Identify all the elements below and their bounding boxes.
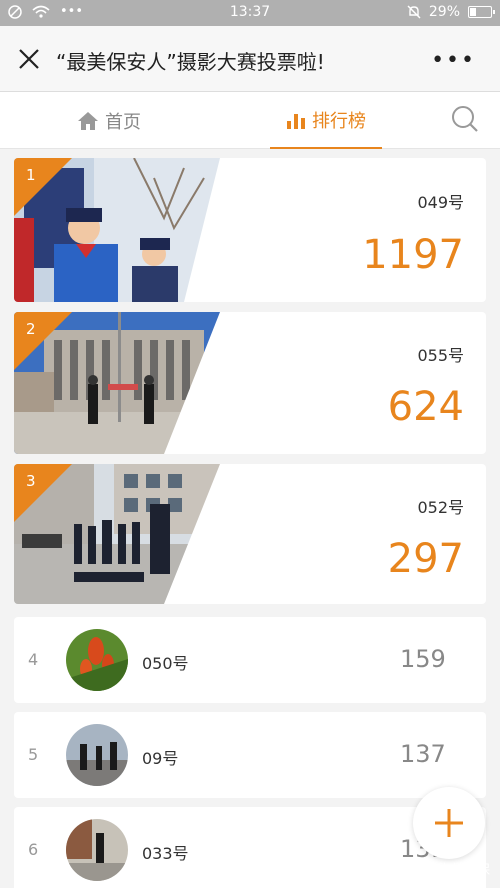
rank-number: 2 bbox=[26, 320, 36, 338]
entry-code: 049号 bbox=[417, 193, 464, 212]
rank-card-1[interactable]: 1 049号 1197 bbox=[14, 158, 486, 302]
avatar bbox=[66, 724, 128, 786]
entry-photo: 1 bbox=[14, 158, 220, 302]
watermark-text: 吉林安保 bbox=[437, 863, 490, 878]
tab-leaderboard-label: 排行榜 bbox=[312, 110, 366, 132]
rank-flag bbox=[14, 158, 72, 216]
plus-icon bbox=[435, 809, 463, 837]
rank-number: 1 bbox=[26, 166, 36, 184]
add-entry-button[interactable] bbox=[413, 787, 485, 859]
entry-code: 09号 bbox=[142, 749, 179, 768]
bell-muted-icon bbox=[407, 5, 421, 19]
entry-code: 050号 bbox=[142, 654, 189, 673]
close-icon[interactable] bbox=[14, 44, 44, 74]
tab-home-label: 首页 bbox=[105, 111, 141, 133]
bar-chart-icon bbox=[287, 113, 305, 129]
status-bar: ••• 13:37 29% bbox=[0, 0, 500, 26]
entry-code: 055号 bbox=[417, 346, 464, 365]
list-item[interactable]: 4 050号 159 bbox=[14, 617, 486, 703]
rank-number: 4 bbox=[28, 650, 39, 669]
home-icon bbox=[78, 111, 98, 130]
rank-card-3[interactable]: 3 052号 297 bbox=[14, 464, 486, 604]
rank-number: 5 bbox=[28, 745, 39, 764]
list-item[interactable]: 5 09号 137 bbox=[14, 712, 486, 798]
tab-bar: 首页 排行榜 bbox=[0, 92, 500, 149]
rank-card-2[interactable]: 2 055号 624 bbox=[14, 312, 486, 454]
avatar bbox=[66, 629, 128, 691]
rank-number: 3 bbox=[26, 472, 36, 490]
vote-count: 137 bbox=[400, 740, 446, 768]
vote-count: 159 bbox=[400, 645, 446, 673]
entry-photo: 2 bbox=[14, 312, 220, 454]
rank-flag bbox=[14, 312, 72, 370]
tab-leaderboard[interactable]: 排行榜 bbox=[270, 92, 382, 149]
more-options-button[interactable]: ••• bbox=[431, 48, 476, 73]
watermark: 吉林安保 bbox=[417, 859, 490, 878]
entry-photo: 3 bbox=[14, 464, 220, 604]
search-icon[interactable] bbox=[450, 104, 480, 134]
title-bar: “最美保安人”摄影大赛投票啦! ••• bbox=[0, 26, 500, 92]
battery-icon bbox=[468, 6, 495, 18]
page-title: “最美保安人”摄影大赛投票啦! bbox=[56, 50, 325, 74]
vote-count: 297 bbox=[387, 536, 464, 582]
battery-fill bbox=[470, 8, 476, 16]
wechat-icon bbox=[417, 862, 434, 875]
status-icons-right: 29% bbox=[407, 4, 495, 20]
tab-home[interactable]: 首页 bbox=[77, 92, 141, 149]
rank-number: 6 bbox=[28, 840, 39, 859]
entry-code: 052号 bbox=[417, 498, 464, 517]
avatar bbox=[66, 819, 128, 881]
vote-count: 1197 bbox=[362, 232, 464, 278]
vote-count: 624 bbox=[387, 384, 464, 430]
rank-flag bbox=[14, 464, 72, 522]
entry-code: 033号 bbox=[142, 844, 189, 863]
battery-percent: 29% bbox=[428, 4, 460, 20]
